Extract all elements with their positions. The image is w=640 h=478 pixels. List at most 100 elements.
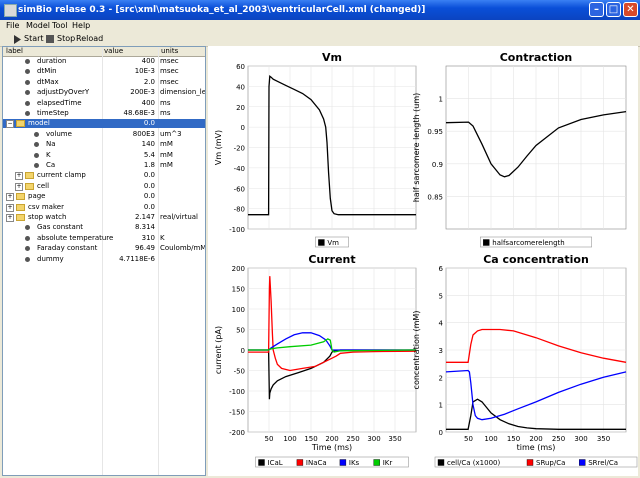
tree-row[interactable]: Faraday constant 96.49 Coulomb/mM bbox=[3, 244, 205, 253]
close-icon[interactable]: ✕ bbox=[623, 2, 638, 17]
chart-1: Contraction 0.85 0.9 0.95 1 half sarcomere le… bbox=[412, 51, 627, 248]
tree-row-value[interactable]: 4.7118E-6 bbox=[119, 255, 155, 264]
tree-row-value[interactable]: 400 bbox=[142, 57, 155, 66]
tree-row-value[interactable]: 1.8 bbox=[144, 161, 155, 170]
tree-row-label: csv maker bbox=[28, 202, 64, 211]
legend-swatch bbox=[296, 459, 304, 466]
x-tick-label: 50 bbox=[464, 435, 473, 443]
play-icon[interactable] bbox=[14, 35, 21, 44]
stop-button[interactable]: Stop bbox=[57, 34, 75, 43]
tree-row-value[interactable]: 0.0 bbox=[144, 203, 155, 212]
tree-row-value[interactable]: 2.0 bbox=[144, 78, 155, 87]
expand-toggle-icon[interactable]: − bbox=[6, 120, 14, 129]
tree-row[interactable]: + csv maker 0.0 bbox=[3, 203, 205, 212]
plots-panel: Vm -100 -80 -60 -40 -20 0 20 40 60 Vm (mV) Vm Contra… bbox=[208, 46, 638, 476]
tree-row[interactable]: K 5.4 mM bbox=[3, 151, 205, 160]
menu-file[interactable]: File bbox=[6, 21, 19, 30]
y-tick-label: -50 bbox=[234, 368, 245, 376]
legend-label: IKr bbox=[383, 459, 393, 467]
column-units[interactable]: units bbox=[161, 47, 178, 55]
legend-swatch bbox=[318, 239, 325, 246]
tree-row-value[interactable]: 0.0 bbox=[144, 171, 155, 180]
menu-bar: File Model Tool Help bbox=[0, 20, 640, 33]
tree-row[interactable]: volume 800E3 um^3 bbox=[3, 130, 205, 139]
menu-tool[interactable]: Tool bbox=[52, 21, 68, 30]
x-tick-label: 300 bbox=[574, 435, 587, 443]
legend-label: SRup/Ca bbox=[536, 459, 565, 467]
reload-button[interactable]: Reload bbox=[76, 34, 103, 43]
y-axis-label: concentration (mM) bbox=[412, 311, 421, 390]
tree-row[interactable]: Ca 1.8 mM bbox=[3, 161, 205, 170]
minimize-icon[interactable]: – bbox=[589, 2, 604, 17]
y-tick-label: 0 bbox=[439, 429, 443, 437]
window-titlebar[interactable]: simBio relase 0.3 - [src\xml\matsuoka_et… bbox=[0, 0, 640, 20]
tree-row-label: Na bbox=[46, 140, 56, 149]
y-tick-label: 20 bbox=[236, 104, 245, 112]
tree-row-label: elapsedTime bbox=[37, 98, 82, 107]
x-axis-label: Time (ms) bbox=[311, 443, 352, 452]
model-tree-table[interactable]: label value units duration 400 msec dtMin 10… bbox=[2, 46, 206, 476]
leaf-node-icon bbox=[34, 131, 39, 137]
tree-row[interactable]: dtMax 2.0 msec bbox=[3, 78, 205, 87]
legend-label: INaCa bbox=[306, 459, 327, 467]
tree-row[interactable]: dtMin 10E-3 msec bbox=[3, 67, 205, 76]
tree-row-value[interactable]: 140 bbox=[142, 140, 155, 149]
tree-row[interactable]: duration 400 msec bbox=[3, 57, 205, 66]
tree-row[interactable]: elapsedTime 400 ms bbox=[3, 99, 205, 108]
menu-model[interactable]: Model bbox=[26, 21, 50, 30]
legend-label: ICaL bbox=[268, 459, 283, 467]
legend-label: Vm bbox=[327, 239, 339, 247]
tree-row[interactable]: + stop watch 2.147 real/virtual bbox=[3, 213, 205, 222]
tree-row-units: dimension_le... bbox=[160, 88, 205, 97]
tree-row[interactable]: timeStep 48.68E-3 ms bbox=[3, 109, 205, 118]
tree-row[interactable]: Na 140 mM bbox=[3, 140, 205, 149]
plots-canvas: Vm-100-80-60-40-200204060Vm (mV)VmContra… bbox=[214, 51, 638, 468]
y-tick-label: -80 bbox=[234, 206, 245, 214]
expand-toggle-icon[interactable]: + bbox=[15, 182, 23, 191]
tree-row[interactable]: − model 0.0 bbox=[3, 119, 205, 129]
expand-toggle-icon[interactable]: + bbox=[15, 172, 23, 181]
tree-row[interactable]: + page 0.0 bbox=[3, 192, 205, 202]
expand-toggle-icon[interactable]: + bbox=[6, 193, 14, 202]
tree-row[interactable]: adjustDyOverY 200E-3 dimension_le... bbox=[3, 88, 205, 97]
folder-icon bbox=[16, 214, 25, 221]
column-value[interactable]: value bbox=[104, 47, 123, 55]
tree-row[interactable]: dummy 4.7118E-6 bbox=[3, 255, 205, 264]
tree-row-value[interactable]: 5.4 bbox=[144, 151, 155, 160]
tree-row-value[interactable]: 800E3 bbox=[133, 130, 155, 139]
expand-toggle-icon[interactable]: + bbox=[6, 203, 14, 212]
column-label[interactable]: label bbox=[6, 47, 23, 55]
stop-icon[interactable] bbox=[46, 35, 54, 43]
tree-row[interactable]: + cell 0.0 bbox=[3, 182, 205, 191]
app-icon bbox=[4, 4, 17, 17]
tree-row-value[interactable]: 0.0 bbox=[144, 192, 155, 201]
maximize-icon[interactable]: □ bbox=[606, 2, 621, 17]
expand-toggle-icon[interactable]: + bbox=[6, 214, 14, 222]
start-button[interactable]: Start bbox=[24, 34, 44, 43]
tree-row-value[interactable]: 200E-3 bbox=[130, 88, 155, 97]
legend-label: IKs bbox=[349, 459, 360, 467]
tree-row-value[interactable]: 0.0 bbox=[144, 182, 155, 191]
tree-row-value[interactable]: 8.314 bbox=[135, 223, 155, 232]
tree-row-label: page bbox=[28, 192, 46, 201]
tree-row-value[interactable]: 48.68E-3 bbox=[124, 109, 155, 118]
tree-row-value[interactable]: 96.49 bbox=[135, 244, 155, 253]
tree-row-value[interactable]: 2.147 bbox=[135, 213, 155, 222]
x-tick-label: 150 bbox=[507, 435, 520, 443]
tree-row[interactable]: absolute temperature 310 K bbox=[3, 234, 205, 243]
x-tick-label: 200 bbox=[325, 435, 338, 443]
x-tick-label: 100 bbox=[283, 435, 296, 443]
menu-help[interactable]: Help bbox=[72, 21, 90, 30]
tree-row-label: model bbox=[28, 119, 50, 128]
tree-row-value[interactable]: 10E-3 bbox=[135, 67, 155, 76]
y-tick-label: -100 bbox=[229, 226, 245, 234]
tree-row-value[interactable]: 310 bbox=[142, 234, 155, 243]
tree-row-value[interactable]: 0.0 bbox=[144, 119, 155, 128]
tree-row-value[interactable]: 400 bbox=[142, 99, 155, 108]
window-title: simBio relase 0.3 - [src\xml\matsuoka_et… bbox=[18, 5, 426, 15]
tree-row-label: duration bbox=[37, 57, 67, 65]
y-tick-label: 40 bbox=[236, 83, 245, 91]
tree-row[interactable]: + current clamp 0.0 bbox=[3, 171, 205, 181]
y-tick-label: 0 bbox=[241, 347, 245, 355]
tree-row[interactable]: Gas constant 8.314 bbox=[3, 223, 205, 232]
